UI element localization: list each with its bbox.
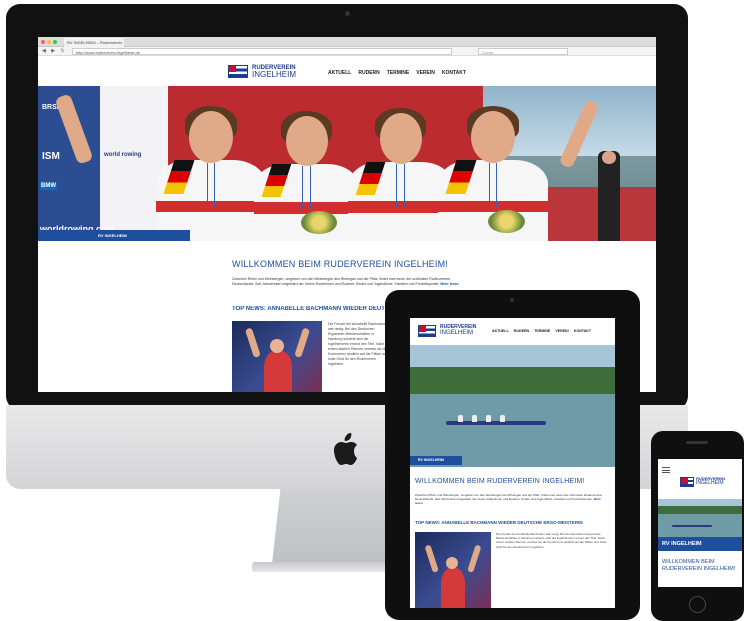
hero-caption: RV INGELHEIM bbox=[658, 537, 742, 551]
hero-image: RV INGELHEIM bbox=[410, 345, 615, 467]
boat-rower bbox=[500, 415, 505, 422]
logo-line2: INGELHEIM bbox=[696, 480, 724, 486]
bystander-figure bbox=[598, 151, 620, 241]
browser-nav-icons[interactable]: ◀ ▶ ↻ bbox=[42, 48, 67, 54]
hero-image: BRSL ISM world rowing BMW worldrowing.co… bbox=[38, 86, 656, 241]
url-field[interactable]: http://www.ruderverein-ingelheim.de bbox=[72, 48, 452, 55]
news-photo[interactable] bbox=[415, 532, 491, 608]
club-flag-logo-icon[interactable] bbox=[680, 477, 694, 487]
sponsor-logo: world rowing bbox=[104, 152, 142, 158]
hamburger-menu-icon[interactable] bbox=[662, 467, 670, 473]
boat-rower bbox=[472, 415, 477, 422]
nav-item-kontakt[interactable]: KONTAKT bbox=[574, 329, 591, 333]
nav-item-termine[interactable]: TERMINE bbox=[387, 70, 410, 76]
club-flag-logo-icon[interactable] bbox=[418, 325, 436, 337]
rower-figure bbox=[438, 105, 548, 241]
ipad-screen: RUDERVEREIN INGELHEIM AKTUELL RUDERN TER… bbox=[410, 318, 615, 608]
rowing-boat bbox=[672, 525, 712, 527]
news-title[interactable]: TOP NEWS: ANNABELLE BACHMANN WIEDER DEUT… bbox=[232, 306, 388, 312]
close-window-icon[interactable] bbox=[41, 40, 45, 44]
browser-tab[interactable]: RV INGELHEIM – Ruderverein ... bbox=[64, 38, 124, 47]
ipad-camera bbox=[510, 298, 514, 302]
boat-rower bbox=[458, 415, 463, 422]
maximize-window-icon[interactable] bbox=[53, 40, 57, 44]
nav-item-kontakt[interactable]: KONTAKT bbox=[442, 70, 466, 76]
athlete-figure bbox=[441, 568, 465, 608]
intro-text: Zwischen Rhein und Weinbergen, umgeben v… bbox=[415, 493, 605, 506]
main-nav: AKTUELL RUDERN TERMINE VEREIN KONTAKT bbox=[328, 70, 466, 76]
nav-item-termine[interactable]: TERMINE bbox=[534, 329, 550, 333]
athlete-head bbox=[446, 557, 458, 569]
welcome-title: WILLKOMMEN BEIM RUDERVEREIN INGELHEIM! bbox=[415, 478, 585, 485]
boat-rower bbox=[486, 415, 491, 422]
nav-item-rudern[interactable]: RUDERN bbox=[514, 329, 529, 333]
sponsor-logo: ISM bbox=[42, 151, 60, 162]
raised-arm bbox=[467, 544, 482, 573]
nav-item-aktuell[interactable]: AKTUELL bbox=[328, 70, 351, 76]
window-controls[interactable] bbox=[41, 40, 57, 44]
site-header: RUDERVEREIN INGELHEIM AKTUELL RUDERN TER… bbox=[38, 56, 656, 86]
nav-item-verein[interactable]: VEREIN bbox=[555, 329, 568, 333]
club-flag-logo-icon[interactable] bbox=[228, 65, 248, 78]
main-nav: AKTUELL RUDERN TERMINE VEREIN KONTAKT bbox=[492, 329, 591, 333]
browser-search-field[interactable]: Suche bbox=[478, 48, 568, 55]
raised-arm bbox=[294, 327, 311, 359]
read-more-link[interactable]: Mehr lesen bbox=[440, 282, 458, 286]
athlete-head bbox=[270, 339, 284, 353]
rower-figure bbox=[156, 105, 266, 241]
iphone-screen: RUDERVEREIN INGELHEIM RV INGELHEIM WILLK… bbox=[658, 459, 742, 587]
nav-item-rudern[interactable]: RUDERN bbox=[358, 70, 379, 76]
welcome-title: WILLKOMMEN BEIM RUDERVEREIN INGELHEIM! bbox=[232, 259, 448, 269]
logo-line2: INGELHEIM bbox=[440, 330, 474, 336]
site-logo[interactable]: RUDERVEREIN INGELHEIM bbox=[252, 65, 296, 79]
intro-paragraph: Zwischen Rhein und Weinbergen, umgeben v… bbox=[232, 277, 451, 286]
rower-figure bbox=[254, 111, 359, 241]
athlete-figure bbox=[264, 351, 292, 392]
iphone-device: RUDERVEREIN INGELHEIM RV INGELHEIM WILLK… bbox=[651, 431, 744, 621]
raised-arm bbox=[54, 93, 94, 165]
intro-paragraph: Zwischen Rhein und Weinbergen, umgeben v… bbox=[415, 493, 603, 502]
hero-caption: RV INGELHEIM bbox=[38, 230, 190, 241]
home-button[interactable] bbox=[689, 596, 706, 613]
imac-camera bbox=[345, 11, 350, 16]
browser-address-row: ◀ ▶ ↻ http://www.ruderverein-ingelheim.d… bbox=[38, 47, 656, 56]
site-logo[interactable]: RUDERVEREIN INGELHEIM bbox=[440, 325, 476, 337]
hero-caption: RV INGELHEIM bbox=[410, 456, 462, 465]
nav-item-verein[interactable]: VEREIN bbox=[416, 70, 435, 76]
apple-logo-icon bbox=[334, 433, 357, 465]
site-logo[interactable]: RUDERVEREIN INGELHEIM bbox=[696, 477, 725, 486]
news-title[interactable]: TOP NEWS: ANNABELLE BACHMANN WIEDER DEUT… bbox=[415, 520, 611, 525]
sponsor-logo: BMW bbox=[40, 182, 57, 190]
hero-image bbox=[658, 499, 742, 537]
news-text: Die Freude bei Annabelle Bachmann war ri… bbox=[496, 532, 607, 549]
intro-text: Zwischen Rhein und Weinbergen, umgeben v… bbox=[232, 277, 464, 287]
news-text: Die Freude bei Annabelle Bachmann war ri… bbox=[328, 322, 388, 366]
welcome-title: WILLKOMMEN BEIM RUDERVEREIN INGELHEIM! bbox=[662, 559, 736, 572]
raised-arm bbox=[244, 327, 261, 359]
logo-line2: INGELHEIM bbox=[252, 70, 297, 79]
nav-item-aktuell[interactable]: AKTUELL bbox=[492, 329, 509, 333]
iphone-speaker bbox=[686, 441, 708, 444]
news-photo[interactable] bbox=[232, 321, 322, 392]
ipad-device: RUDERVEREIN INGELHEIM AKTUELL RUDERN TER… bbox=[385, 290, 640, 620]
raised-arm bbox=[424, 544, 439, 573]
browser-tab-bar: RV INGELHEIM – Ruderverein ... bbox=[38, 37, 656, 47]
minimize-window-icon[interactable] bbox=[47, 40, 51, 44]
